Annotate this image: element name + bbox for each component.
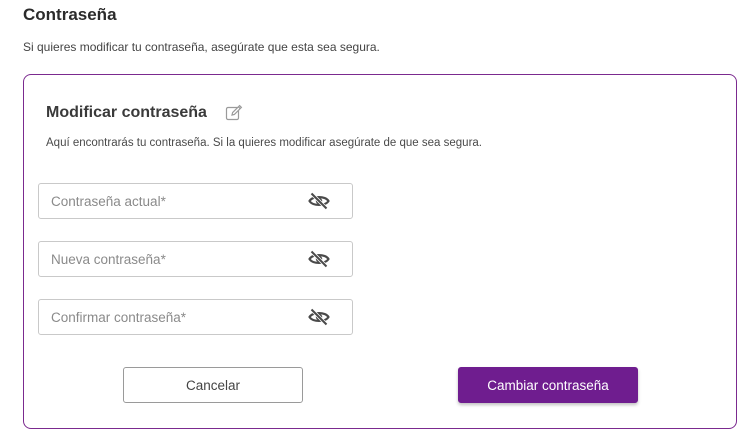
card-title: Modificar contraseña: [46, 104, 207, 121]
change-password-button[interactable]: Cambiar contraseña: [458, 367, 638, 403]
password-page: Contraseña Si quieres modificar tu contr…: [0, 0, 753, 440]
change-password-card: Modificar contraseña Aquí encontrarás tu…: [23, 74, 737, 429]
cancel-button[interactable]: Cancelar: [123, 367, 303, 403]
section-title: Contraseña: [23, 5, 117, 24]
current-password-input[interactable]: [39, 184, 311, 218]
confirm-password-field: [38, 299, 353, 335]
card-description: Aquí encontrarás tu contraseña. Si la qu…: [46, 137, 482, 149]
edit-icon[interactable]: [224, 103, 244, 123]
confirm-password-input[interactable]: [39, 300, 311, 334]
current-password-field: [38, 183, 353, 219]
eye-slash-icon[interactable]: [308, 250, 330, 268]
eye-slash-icon[interactable]: [308, 192, 330, 210]
new-password-field: [38, 241, 353, 277]
new-password-input[interactable]: [39, 242, 311, 276]
card-header: Modificar contraseña: [46, 103, 244, 123]
eye-slash-icon[interactable]: [308, 308, 330, 326]
section-subtitle: Si quieres modificar tu contraseña, aseg…: [23, 40, 380, 54]
